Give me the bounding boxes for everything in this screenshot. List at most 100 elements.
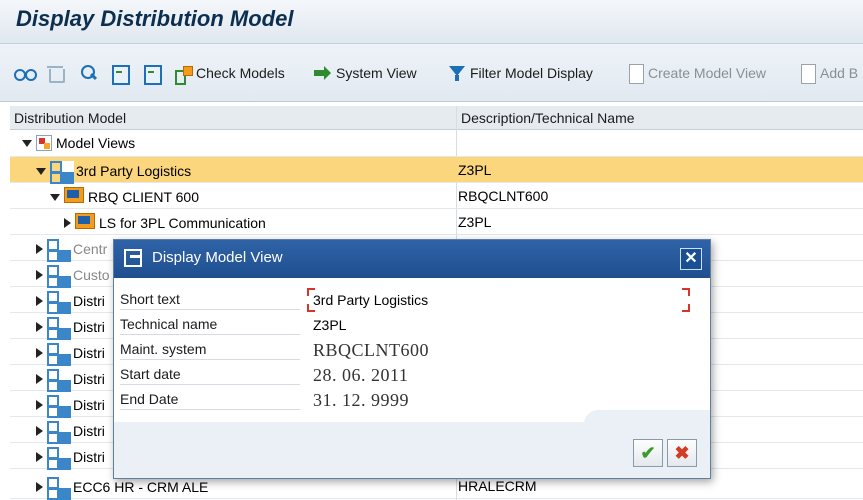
arrow-right-icon [314,64,332,82]
maint-system-value: RBQCLNT600 [313,340,430,360]
filter-model-display-label: Filter Model Display [470,65,593,81]
model-view-icon [47,343,69,366]
model-view-icon [47,395,69,418]
trash-icon [46,64,65,83]
check-models-icon [174,64,193,85]
glasses-icon [12,64,38,82]
create-model-view-button[interactable]: Create Model View [626,60,766,86]
collapse-arrow-icon[interactable] [64,218,71,228]
model-view-icon [47,265,69,288]
tree-row-label: Distri [73,319,105,335]
add-label: Add B [820,65,859,81]
tree-row-label: Distri [73,293,105,309]
field-bracket [682,288,690,296]
short-text-field[interactable]: 3rd Party Logistics [313,292,428,308]
tree-row-description: Z3PL [458,214,492,230]
collapse-arrow-icon[interactable] [36,348,43,358]
field-bracket [307,288,315,296]
collapse-arrow-icon[interactable] [36,296,43,306]
tree-row-selected[interactable]: 3rd Party Logistics Z3PL [10,157,863,184]
dialog-close-button[interactable]: ✕ [680,248,702,270]
expand-arrow-icon[interactable] [36,167,46,175]
collapse-button[interactable] [142,60,162,86]
tree-row-description: Z3PL [458,162,492,178]
start-date-value: 28. 06. 2011 [313,365,409,385]
model-view-icon [50,161,72,184]
tree-row-label: Distri [73,423,105,439]
tree-row[interactable]: Model Views [10,131,863,157]
model-view-icon [47,447,69,470]
ok-button[interactable]: ✔ [633,439,663,467]
field-bracket [682,304,690,312]
collapse-arrow-icon[interactable] [36,400,43,410]
system-view-label: System View [336,65,417,81]
filter-icon [448,64,466,82]
dialog-title-bar[interactable]: Display Model View ✕ [114,240,710,278]
find-button[interactable] [80,60,98,86]
field-bracket [307,304,315,312]
expand-arrow-icon[interactable] [50,193,60,201]
add-button[interactable]: Add B [798,60,858,86]
check-models-button[interactable]: Check Models [174,60,285,86]
cancel-button[interactable]: ✖ [667,439,697,467]
tree-row-label: ECC6 HR - CRM ALE [73,479,209,495]
page-title: Display Distribution Model [16,6,294,31]
model-view-icon [47,239,69,262]
model-view-icon [47,317,69,340]
tree-row-description: RBQCLNT600 [458,188,549,204]
logical-system-icon [75,213,95,233]
create-model-view-label: Create Model View [648,65,767,81]
technical-name-value: Z3PL [313,317,347,333]
collapse-arrow-icon[interactable] [36,244,43,254]
cancel-x-icon: ✖ [674,443,690,463]
model-view-icon [47,477,69,500]
expand-icon [110,64,130,85]
collapse-arrow-icon[interactable] [36,374,43,384]
dialog-window-icon [124,249,142,267]
filter-model-display-button[interactable]: Filter Model Display [448,60,593,86]
tree-row-description: HRALECRM [458,478,537,494]
tree-row-label: Custo [73,267,110,283]
end-date-label: End Date [120,388,300,410]
dialog-footer [114,422,710,478]
tree-row[interactable]: RBQ CLIENT 600 RBQCLNT600 [10,183,863,209]
model-view-icon [47,291,69,314]
collapse-arrow-icon[interactable] [36,482,43,492]
end-date-value: 31. 12. 9999 [313,390,409,410]
tree-row-label: LS for 3PL Communication [99,215,266,231]
column-header-description[interactable]: Description/Technical Name [461,110,635,126]
logical-system-icon [64,187,84,207]
delete-button[interactable] [46,60,65,86]
system-view-button[interactable]: System View [314,60,417,86]
display-model-view-dialog: Display Model View ✕ Short text 3rd Part… [113,239,711,479]
model-view-icon [47,421,69,444]
expand-arrow-icon[interactable] [22,139,32,147]
find-icon [80,64,98,82]
tree-row-label: Centr [73,241,108,257]
start-date-label: Start date [120,363,300,385]
model-views-icon [36,135,52,151]
collapse-arrow-icon[interactable] [36,322,43,332]
tree-row-label: Distri [73,345,105,361]
maint-system-label: Maint. system [120,338,300,360]
document-icon [798,64,816,84]
expand-button[interactable] [110,60,130,86]
collapse-arrow-icon[interactable] [36,426,43,436]
tree-header: Distribution Model Description/Technical… [10,106,863,130]
collapse-icon [142,64,162,85]
tree-row-label: Distri [73,397,105,413]
title-bar: Display Distribution Model [0,0,863,44]
dialog-title: Display Model View [152,249,283,266]
technical-name-label: Technical name [120,313,300,335]
collapse-arrow-icon[interactable] [36,452,43,462]
display-change-button[interactable] [12,60,38,86]
collapse-arrow-icon[interactable] [36,270,43,280]
toolbar: Check Models System View Filter Model Di… [0,44,863,102]
tree-row-label: Model Views [56,135,136,151]
tree-row[interactable]: LS for 3PL Communication Z3PL [10,209,863,235]
tree-row-label: 3rd Party Logistics [76,163,192,179]
column-header-name[interactable]: Distribution Model [14,110,126,126]
model-view-icon [47,369,69,392]
checkmark-icon: ✔ [640,443,656,463]
short-text-label: Short text [120,288,300,310]
